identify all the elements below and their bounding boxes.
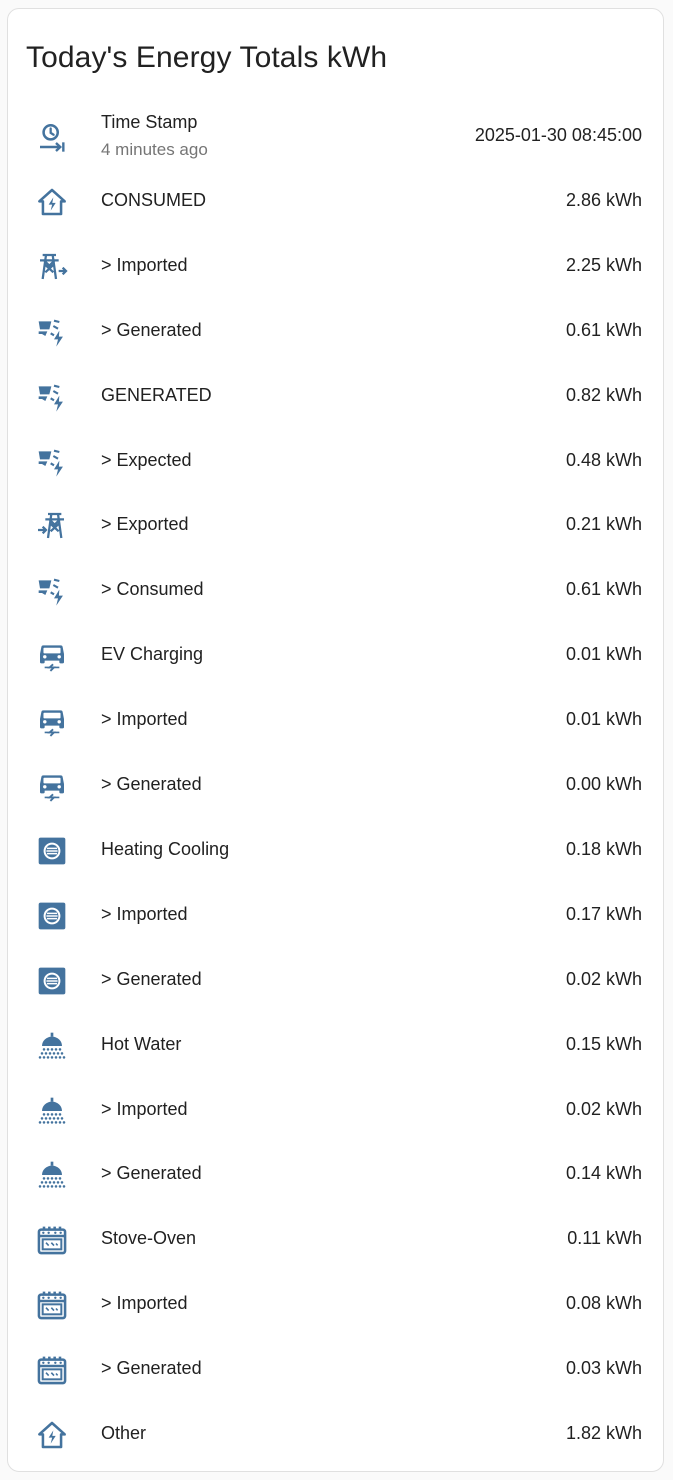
entity-state: 2025-01-30 08:45:00 [474, 125, 642, 145]
entity-name: Stove-Oven [101, 1228, 197, 1249]
entity-state: 0.61 kWh [565, 319, 642, 340]
car-electric-icon [36, 640, 68, 672]
entity-row[interactable]: > Generated 0.00 kWh [8, 754, 663, 818]
entity-row[interactable]: > Imported 0.02 kWh [8, 1079, 663, 1143]
entity-name: > Imported [101, 1293, 188, 1314]
entity-state: 2.25 kWh [565, 254, 642, 275]
entity-row[interactable]: Other 1.82 kWh [8, 1403, 663, 1467]
shower-head-icon [36, 1159, 68, 1191]
entity-row[interactable]: Stove-Oven 0.11 kWh [8, 1208, 663, 1272]
card-title: Today's Energy Totals kWh [26, 41, 388, 74]
entity-state: 0.02 kWh [565, 968, 642, 989]
entity-state: 0.21 kWh [565, 514, 642, 535]
entity-name: Heating Cooling [101, 838, 230, 859]
entity-name: EV Charging [101, 644, 204, 665]
entity-state: 0.48 kWh [565, 449, 642, 470]
hvac-icon [36, 965, 68, 997]
entity-name: GENERATED [101, 384, 212, 405]
entity-state: 0.17 kWh [565, 903, 642, 924]
entity-row[interactable]: > Consumed 0.61 kWh [8, 559, 663, 623]
entity-row[interactable]: EV Charging 0.01 kWh [8, 624, 663, 688]
home-lightning-icon [36, 186, 68, 218]
hvac-icon [36, 835, 68, 867]
entity-state: 0.01 kWh [565, 709, 642, 730]
entity-row[interactable]: > Expected 0.48 kWh [8, 430, 663, 494]
entity-row[interactable]: > Imported 0.08 kWh [8, 1273, 663, 1337]
transmission-tower-import-icon [36, 251, 68, 283]
car-electric-icon [36, 770, 68, 802]
clock-arrow-icon [36, 121, 68, 153]
entity-name: > Imported [101, 254, 188, 275]
entity-row[interactable]: > Generated 0.02 kWh [8, 949, 663, 1013]
stove-icon [36, 1224, 68, 1256]
solar-power-icon [36, 575, 68, 607]
entity-row[interactable]: GENERATED 0.82 kWh [8, 365, 663, 429]
entity-state: 0.14 kWh [565, 1163, 642, 1184]
entity-state: 0.01 kWh [565, 644, 642, 665]
stove-icon [36, 1289, 68, 1321]
entity-name: Time Stamp [101, 112, 198, 132]
solar-power-icon [36, 316, 68, 348]
entity-name: CONSUMED [101, 189, 207, 210]
entity-row[interactable]: Hot Water 0.15 kWh [8, 1014, 663, 1078]
shower-head-icon [36, 1030, 68, 1062]
entity-name: Other [101, 1423, 147, 1443]
entity-state: 1.82 kWh [565, 1423, 642, 1443]
entity-state: 0.08 kWh [565, 1293, 642, 1314]
entity-row[interactable]: > Generated 0.61 kWh [8, 300, 663, 364]
entity-state: 0.15 kWh [565, 1033, 642, 1054]
car-electric-icon [36, 705, 68, 737]
solar-power-icon [36, 446, 68, 478]
hvac-icon [36, 900, 68, 932]
entity-state: 2.86 kWh [565, 189, 642, 210]
entity-name: > Generated [101, 1358, 202, 1379]
transmission-tower-export-icon [36, 510, 68, 542]
entity-state: 0.11 kWh [567, 1228, 642, 1249]
entity-name: > Imported [101, 903, 188, 924]
entity-name: > Imported [101, 1098, 188, 1119]
entity-row[interactable]: > Imported 2.25 kWh [8, 235, 663, 299]
entity-state: 0.02 kWh [565, 1098, 642, 1119]
entity-row[interactable]: Time Stamp 4 minutes ago 2025-01-30 08:45:… [8, 105, 663, 169]
entity-name: > Generated [101, 1163, 202, 1184]
stove-icon [36, 1354, 68, 1386]
entity-row[interactable]: > Imported 0.17 kWh [8, 884, 663, 948]
entity-state: 0.18 kWh [565, 838, 642, 859]
entity-row[interactable]: > Exported 0.21 kWh [8, 494, 663, 558]
entity-name: > Generated [101, 319, 202, 340]
shower-head-icon [36, 1095, 68, 1127]
entity-name: > Imported [101, 709, 188, 730]
entity-state: 0.82 kWh [565, 384, 642, 405]
entity-state: 0.00 kWh [565, 774, 642, 794]
entity-name: Hot Water [101, 1033, 182, 1054]
entity-state: 0.61 kWh [565, 579, 642, 600]
entity-row[interactable]: > Imported 0.01 kWh [8, 689, 663, 753]
entity-row[interactable]: > Generated 0.14 kWh [8, 1143, 663, 1207]
entity-name: > Exported [101, 514, 189, 535]
entity-name: > Expected [101, 449, 192, 470]
home-lightning-icon [36, 1419, 68, 1451]
entity-name: > Generated [101, 968, 202, 989]
entity-secondary-info: 4 minutes ago [101, 140, 208, 159]
entity-state: 0.03 kWh [565, 1358, 642, 1379]
entity-name: > Generated [101, 774, 202, 794]
entity-row[interactable]: Heating Cooling 0.18 kWh [8, 819, 663, 883]
energy-totals-card: Today's Energy Totals kWh Time Stamp 4 mi… [7, 8, 664, 1472]
entity-row[interactable]: > Generated 0.03 kWh [8, 1338, 663, 1402]
entity-name: > Consumed [101, 579, 204, 600]
entity-row[interactable]: CONSUMED 2.86 kWh [8, 170, 663, 234]
solar-power-icon [36, 381, 68, 413]
